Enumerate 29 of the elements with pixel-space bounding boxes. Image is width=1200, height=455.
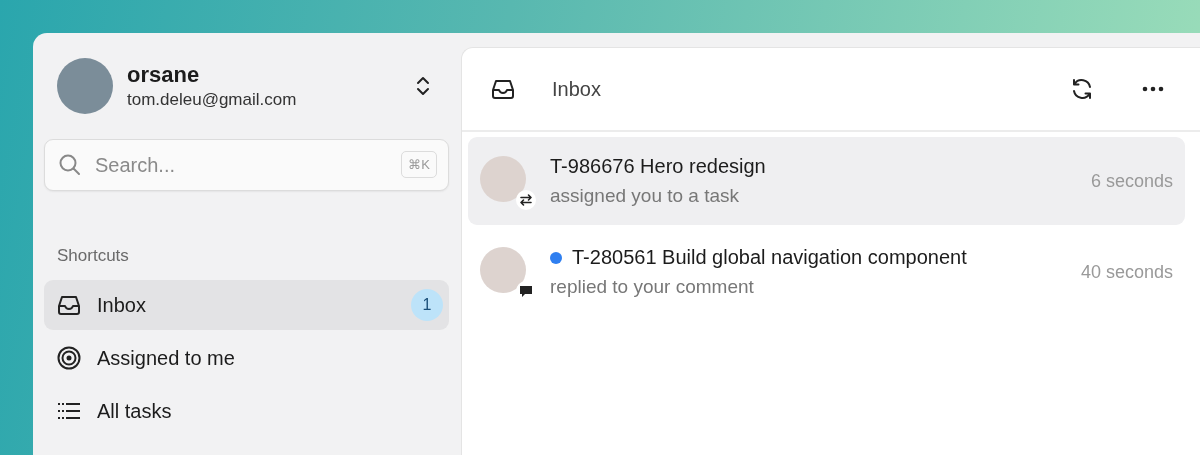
notification-subtitle: replied to your comment: [550, 276, 755, 298]
count-badge: 1: [411, 289, 443, 321]
avatar: [480, 156, 526, 202]
more-icon[interactable]: [1142, 86, 1164, 92]
notification-subtitle: assigned you to a task: [550, 185, 741, 207]
notification-title: T-280561 Build global navigation component: [572, 246, 967, 269]
timestamp: 6 seconds: [1090, 170, 1173, 192]
account-name: orsane: [127, 62, 201, 88]
notification-row[interactable]: T-280561 Build global navigation component replied to your comment 40 seconds: [468, 228, 1185, 316]
chevron-up-down-icon[interactable]: [415, 74, 431, 98]
avatar: [57, 58, 113, 114]
list-icon: [57, 401, 81, 421]
sidebar-item[interactable]: Assigned to me: [44, 333, 449, 383]
inbox-icon: [490, 78, 516, 100]
search-icon: [58, 153, 82, 177]
target-icon: [57, 346, 81, 370]
timestamp: 40 seconds: [1080, 261, 1173, 283]
refresh-icon[interactable]: [1070, 77, 1094, 101]
notification-row[interactable]: T-986676 Hero redesign assigned you to a task 6 seconds: [468, 137, 1185, 225]
panel-title: Inbox: [552, 77, 601, 101]
keyboard-shortcut: ⌘K: [401, 151, 437, 178]
inbox-icon: [57, 294, 81, 316]
sidebar-item[interactable]: Inbox 1: [44, 280, 449, 330]
account-email: tom.deleu@gmail.com: [127, 90, 298, 110]
section-heading: Shortcuts: [57, 246, 130, 266]
avatar: [480, 247, 526, 293]
swap-arrows-icon: [516, 190, 536, 210]
notification-title: T-986676 Hero redesign: [550, 155, 766, 178]
sidebar-item[interactable]: All tasks: [44, 386, 449, 436]
